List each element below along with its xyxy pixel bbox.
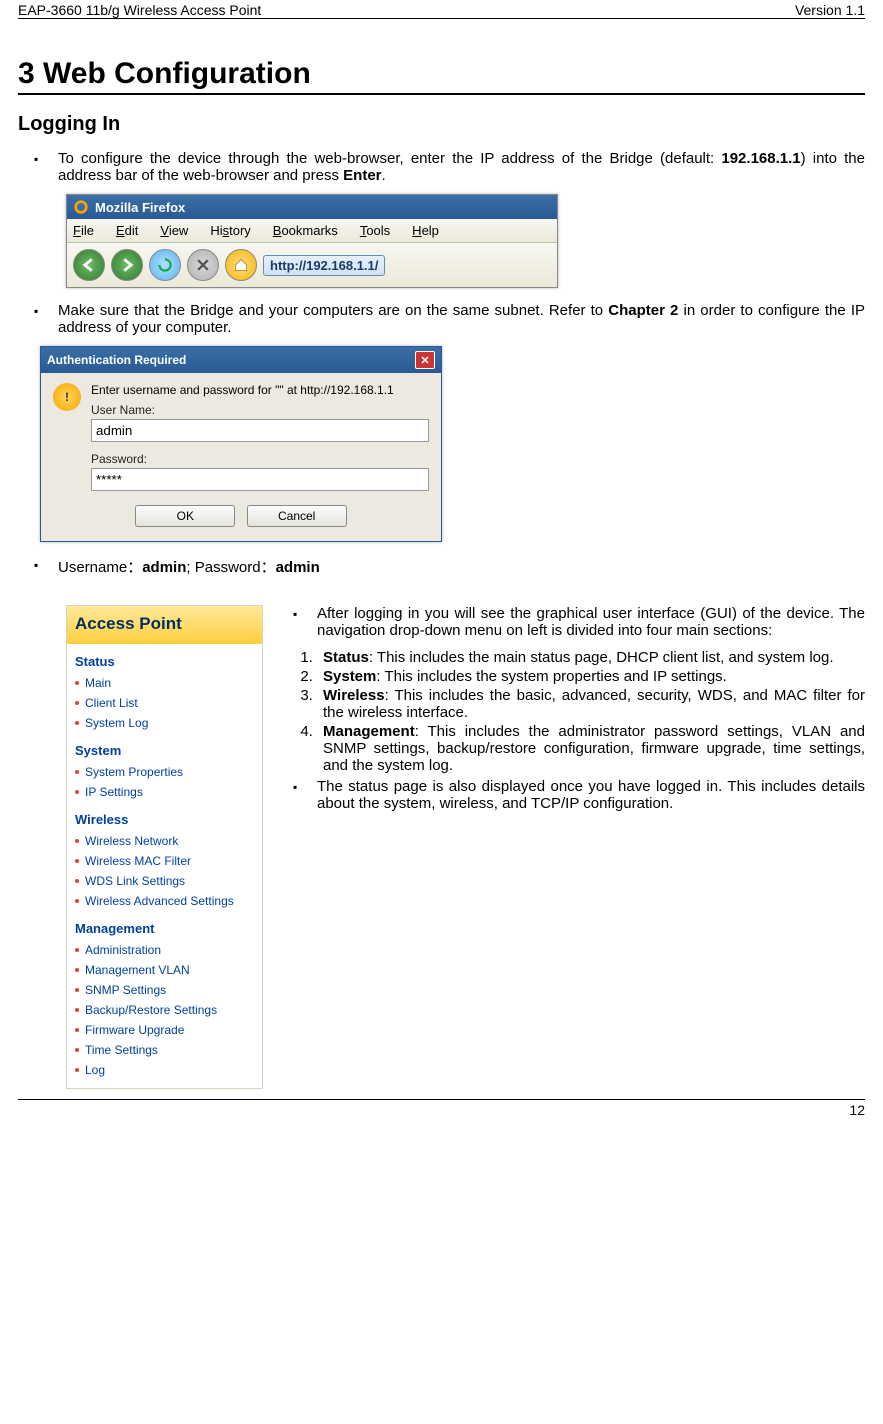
firefox-window: Mozilla Firefox File Edit View History B… — [66, 194, 558, 288]
menu-help[interactable]: Help — [412, 223, 439, 238]
section-title: Logging In — [18, 113, 865, 136]
firefox-titlebar: Mozilla Firefox — [67, 195, 557, 219]
back-button[interactable] — [73, 249, 105, 281]
bullet-gui-intro: After logging in you will see the graphi… — [317, 605, 865, 639]
close-icon[interactable]: ✕ — [415, 351, 435, 369]
header-right: Version 1.1 — [795, 2, 865, 18]
chapter-title: 3 Web Configuration — [18, 57, 865, 95]
menu-bookmarks[interactable]: Bookmarks — [273, 223, 338, 238]
address-bar[interactable]: http://192.168.1.1/ — [263, 255, 385, 276]
nav-item-log[interactable]: Log — [67, 1060, 262, 1080]
header-left: EAP-3660 11b/g Wireless Access Point — [18, 2, 261, 18]
warning-icon: ! — [53, 383, 81, 411]
nav-section-management: Management — [67, 911, 262, 940]
home-button[interactable] — [225, 249, 257, 281]
page-number: 12 — [18, 1099, 865, 1124]
username-label: User Name: — [91, 403, 429, 417]
firefox-title-text: Mozilla Firefox — [95, 200, 185, 215]
nav-section-wireless: Wireless — [67, 802, 262, 831]
firefox-toolbar: http://192.168.1.1/ — [67, 243, 557, 287]
ap-banner: Access Point — [67, 606, 262, 644]
nav-item-system-log[interactable]: System Log — [67, 713, 262, 733]
nav-item-client-list[interactable]: Client List — [67, 693, 262, 713]
nav-item-administration[interactable]: Administration — [67, 940, 262, 960]
menu-edit[interactable]: Edit — [116, 223, 138, 238]
nav-item-wireless-advanced-settings[interactable]: Wireless Advanced Settings — [67, 891, 262, 911]
bullet-configure: To configure the device through the web-… — [58, 150, 865, 184]
forward-button[interactable] — [111, 249, 143, 281]
nav-item-snmp-settings[interactable]: SNMP Settings — [67, 980, 262, 1000]
nav-item-time-settings[interactable]: Time Settings — [67, 1040, 262, 1060]
nav-item-wds-link-settings[interactable]: WDS Link Settings — [67, 871, 262, 891]
stop-button[interactable] — [187, 249, 219, 281]
username-input[interactable] — [91, 419, 429, 442]
auth-dialog: Authentication Required ✕ ! Enter userna… — [40, 346, 442, 542]
section-list: Status: This includes the main status pa… — [317, 649, 865, 774]
auth-prompt: Enter username and password for "" at ht… — [91, 383, 429, 397]
bullet-subnet: Make sure that the Bridge and your compu… — [58, 302, 865, 336]
ok-button[interactable]: OK — [135, 505, 235, 527]
nav-section-status: Status — [67, 644, 262, 673]
ap-sidebar: Access Point Status Main Client List Sys… — [66, 605, 263, 1089]
nav-item-system-properties[interactable]: System Properties — [67, 762, 262, 782]
nav-item-backup-restore[interactable]: Backup/Restore Settings — [67, 1000, 262, 1020]
menu-view[interactable]: View — [160, 223, 188, 238]
nav-item-main[interactable]: Main — [67, 673, 262, 693]
bullet-status-page: The status page is also displayed once y… — [317, 778, 865, 812]
auth-titlebar: Authentication Required ✕ — [41, 347, 441, 373]
nav-item-ip-settings[interactable]: IP Settings — [67, 782, 262, 802]
nav-item-wireless-network[interactable]: Wireless Network — [67, 831, 262, 851]
password-label: Password: — [91, 452, 429, 466]
nav-item-management-vlan[interactable]: Management VLAN — [67, 960, 262, 980]
nav-section-system: System — [67, 733, 262, 762]
menu-history[interactable]: History — [210, 223, 250, 238]
reload-button[interactable] — [149, 249, 181, 281]
bullet-creds: Username：admin; Password：admin — [58, 556, 865, 577]
menu-tools[interactable]: Tools — [360, 223, 390, 238]
nav-item-wireless-mac-filter[interactable]: Wireless MAC Filter — [67, 851, 262, 871]
nav-item-firmware-upgrade[interactable]: Firmware Upgrade — [67, 1020, 262, 1040]
firefox-menubar: File Edit View History Bookmarks Tools H… — [67, 219, 557, 243]
cancel-button[interactable]: Cancel — [247, 505, 347, 527]
password-input[interactable] — [91, 468, 429, 491]
menu-file[interactable]: File — [73, 223, 94, 238]
firefox-icon — [73, 199, 89, 215]
